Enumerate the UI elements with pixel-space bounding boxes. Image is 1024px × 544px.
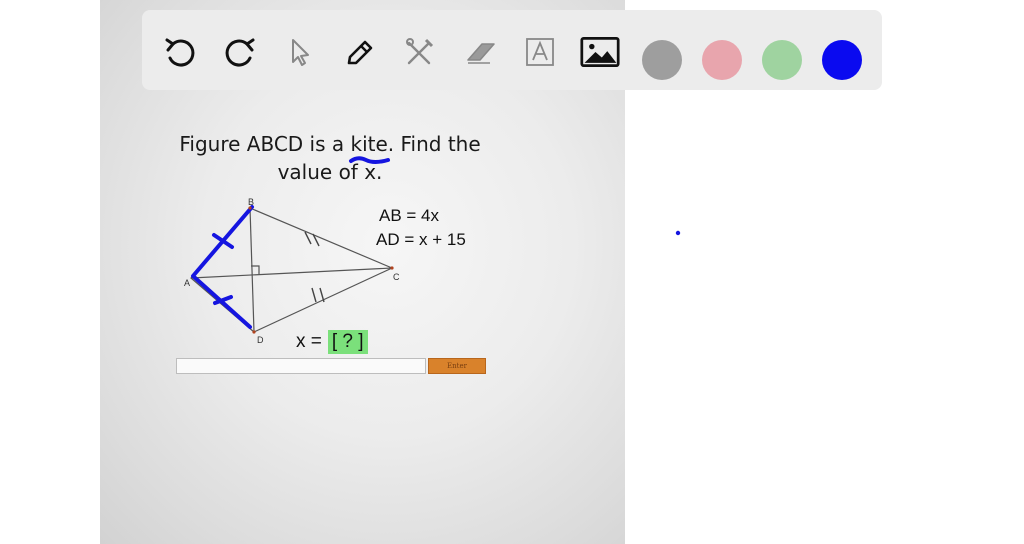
tick-marks — [304, 231, 325, 303]
diagonal-ac — [190, 267, 393, 279]
ink-kite-sides — [191, 205, 254, 329]
kite-figure — [190, 156, 681, 334]
enter-button[interactable]: Enter — [428, 358, 486, 374]
ink-annotations — [191, 156, 390, 329]
vertex-dot-c — [390, 266, 394, 270]
answer-box: [ ? ] — [327, 330, 368, 354]
vertex-label-b: B — [248, 197, 255, 207]
answer-input[interactable] — [176, 358, 426, 374]
vertex-label-c: C — [393, 272, 400, 282]
ink-tick-ab — [212, 233, 234, 249]
answer-row: x = [ ? ] — [296, 330, 368, 354]
vertex-dot-d — [252, 330, 256, 334]
answer-prefix: x = — [296, 331, 322, 352]
ink-dot — [675, 230, 681, 236]
vertex-label-d: D — [257, 335, 264, 345]
diagonal-bd — [249, 207, 255, 333]
equation-ab: AB = 4x — [379, 206, 440, 225]
equation-ad: AD = x + 15 — [376, 230, 466, 249]
kite-outline — [190, 207, 394, 333]
ink-underline-kite — [349, 156, 390, 164]
vertex-label-a: A — [184, 278, 191, 288]
